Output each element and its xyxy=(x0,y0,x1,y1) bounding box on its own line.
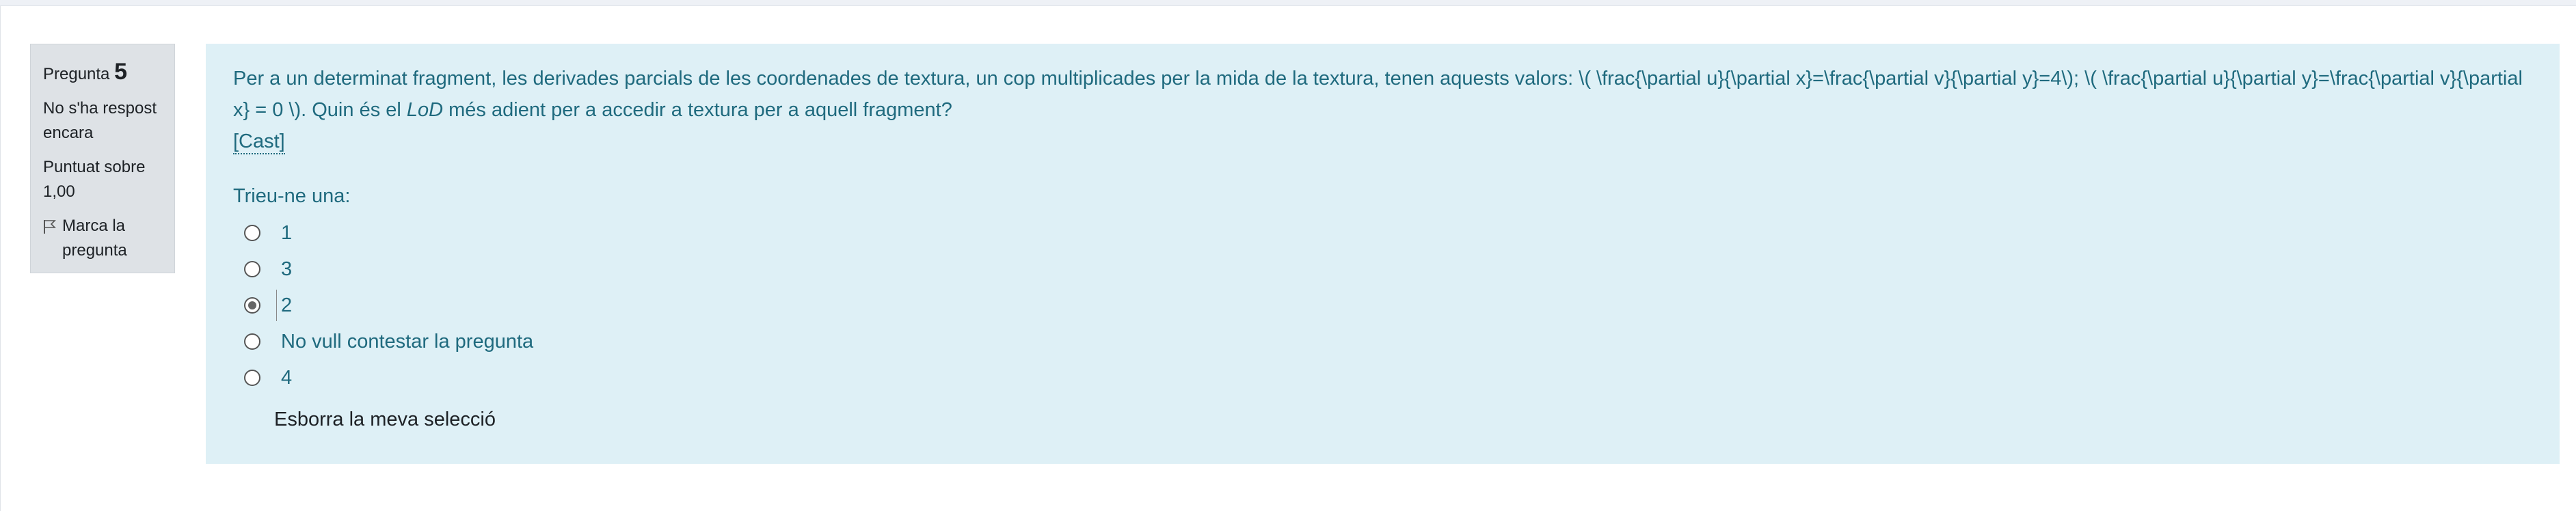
clear-selection-link[interactable]: Esborra la meva selecció xyxy=(274,404,2534,435)
question-text: Per a un determinat fragment, les deriva… xyxy=(233,63,2537,126)
question-content: Per a un determinat fragment, les deriva… xyxy=(206,44,2560,464)
question-grade: Puntuat sobre 1,00 xyxy=(43,158,146,201)
question-label: Pregunta xyxy=(43,65,110,83)
question-info-panel: Pregunta 5 No s'ha respost encara Puntua… xyxy=(30,44,175,273)
answer-prompt: Trieu-ne una: xyxy=(233,185,351,207)
radio-button[interactable] xyxy=(244,260,260,277)
answer-list: 1 3 2 No vull contestar la pregunta 4 xyxy=(233,215,2534,396)
radio-button[interactable] xyxy=(244,369,260,386)
answer-label: 1 xyxy=(281,221,293,244)
radio-button[interactable] xyxy=(244,333,260,350)
flag-question-label: Marca la pregunta xyxy=(62,217,127,260)
flag-icon xyxy=(44,220,56,234)
question-text-emphasis: LoD xyxy=(406,99,444,121)
cast-translation-link[interactable]: [Cast] xyxy=(233,130,285,154)
answer-label: 4 xyxy=(281,366,293,389)
radio-button-selected[interactable] xyxy=(244,296,260,314)
flag-question-button[interactable]: Marca la pregunta xyxy=(43,214,162,263)
answer-option-1[interactable]: 1 xyxy=(233,215,2534,251)
answer-option-3[interactable]: 3 xyxy=(233,251,2534,287)
answer-label: 2 xyxy=(276,289,292,321)
question-number: Pregunta 5 xyxy=(43,59,162,87)
answer-option-no-answer[interactable]: No vull contestar la pregunta xyxy=(233,323,2534,359)
answer-label: No vull contestar la pregunta xyxy=(281,330,534,353)
question-text-part2: més adient per a accedir a textura per a… xyxy=(443,99,952,121)
radio-button[interactable] xyxy=(244,224,260,241)
page: Pregunta 5 No s'ha respost encara Puntua… xyxy=(0,5,2576,511)
answer-option-4[interactable]: 4 xyxy=(233,359,2534,396)
answer-label: 3 xyxy=(281,258,293,280)
answer-option-2[interactable]: 2 xyxy=(233,287,2534,323)
question-number-value: 5 xyxy=(114,59,127,85)
question-state: No s'ha respost encara xyxy=(43,99,157,142)
